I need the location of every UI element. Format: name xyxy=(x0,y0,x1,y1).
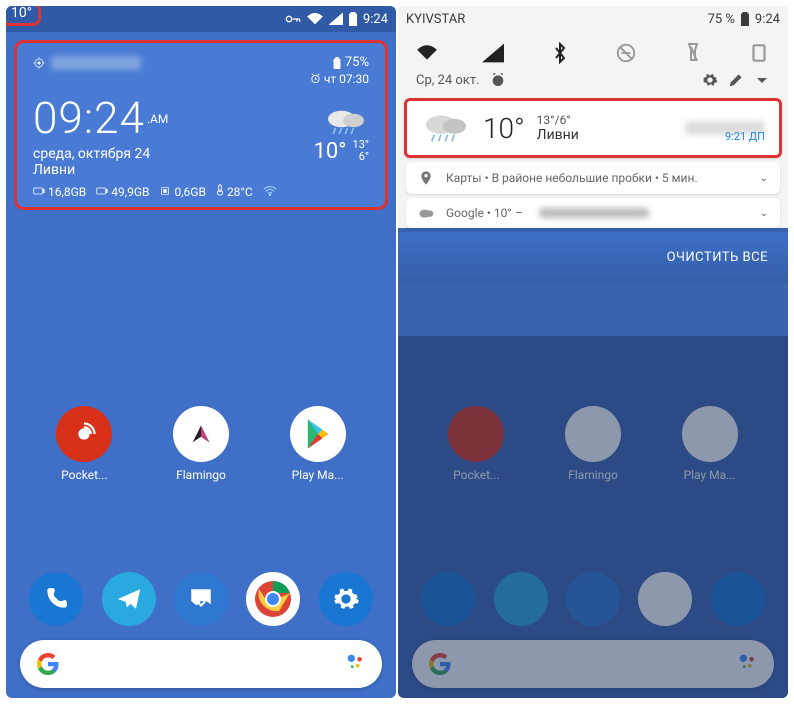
google-notif-blurred xyxy=(539,208,649,218)
app-label: Flamingo xyxy=(176,468,226,482)
widget-battery: 75% xyxy=(345,55,369,70)
key-icon xyxy=(285,14,301,24)
carrier-label: KYIVSTAR xyxy=(406,12,465,27)
battery-icon xyxy=(741,12,749,26)
status-clock: 9:24 xyxy=(755,12,780,27)
widget-storage: 49,9GB xyxy=(111,185,149,199)
widget-date: среда, октября 24 xyxy=(33,146,168,162)
home-apps-row: Pocket... Flamingo Play Ма... xyxy=(6,406,396,482)
notif-condition: Ливни xyxy=(537,127,579,143)
app-pocketcasts[interactable]: Pocket... xyxy=(44,406,124,482)
settings-gear-icon[interactable] xyxy=(702,72,718,88)
widget-condition: Ливни xyxy=(33,162,168,178)
widget-cputemp: 28°C xyxy=(227,185,253,199)
widget-cache: 0,6GB xyxy=(174,185,206,199)
phone-left-home: 10° 9:24 75% ч xyxy=(6,6,396,698)
phone-right-shade: KYIVSTAR 75 % 9:24 Ср, 24 окт. xyxy=(398,6,788,698)
widget-temp: 10° xyxy=(314,139,347,164)
notif-temp-range: 13°/6° xyxy=(537,113,579,127)
dock-telegram[interactable] xyxy=(102,572,156,626)
weather-notification[interactable]: 10° 13°/6° Ливни 9:21 ДП xyxy=(404,98,782,158)
rain-cloud-icon xyxy=(421,111,471,145)
wifi-icon xyxy=(307,13,323,25)
notif-temp: 10° xyxy=(483,112,525,145)
notif-time: 9:21 ДП xyxy=(725,130,765,143)
wifi-small-icon xyxy=(263,186,277,197)
dock-chrome[interactable] xyxy=(246,572,300,626)
battery-small-icon xyxy=(333,57,341,69)
google-search-bar[interactable] xyxy=(20,640,382,688)
dock-settings[interactable] xyxy=(319,572,373,626)
status-bar: 10° 9:24 xyxy=(6,6,396,32)
widget-clock: 09:24 xyxy=(33,92,145,144)
cloud-small-icon xyxy=(418,207,434,219)
rotation-toggle-icon[interactable] xyxy=(748,42,770,64)
widget-ram: 16,8GB xyxy=(48,185,86,199)
signal-icon xyxy=(329,13,343,25)
qs-date: Ср, 24 окт. xyxy=(416,73,480,88)
clear-all-button[interactable]: ОЧИСТИТЬ ВСЕ xyxy=(398,232,788,283)
chevron-down-icon: ⌄ xyxy=(760,173,768,184)
chevron-down-icon[interactable] xyxy=(754,72,770,88)
widget-alarm: чт 07:30 xyxy=(324,72,369,86)
cellular-toggle-icon[interactable] xyxy=(482,42,504,64)
flashlight-toggle-icon[interactable] xyxy=(682,42,704,64)
maps-pin-icon xyxy=(418,170,434,186)
widget-temp-lo: 6° xyxy=(353,151,369,163)
alarm-small-icon[interactable] xyxy=(490,72,506,88)
dock-phone[interactable] xyxy=(29,572,83,626)
app-playstore[interactable]: Play Ма... xyxy=(278,406,358,482)
weather-widget[interactable]: 75% чт 07:30 09:24.AM среда, октября 24 … xyxy=(14,40,388,210)
weather-temp-badge: 10° xyxy=(6,6,41,26)
google-notification[interactable]: Google • 10° – ⌄ xyxy=(406,198,780,228)
status-clock: 9:24 xyxy=(363,12,388,27)
dnd-toggle-icon[interactable] xyxy=(615,42,637,64)
alarm-icon xyxy=(310,73,321,84)
chevron-down-icon: ⌄ xyxy=(760,208,768,219)
maps-notif-text: Карты • В районе небольшие пробки • 5 ми… xyxy=(446,171,698,185)
status-bar: KYIVSTAR 75 % 9:24 xyxy=(398,6,788,32)
quick-settings-row xyxy=(398,32,788,68)
assistant-icon[interactable] xyxy=(344,651,366,678)
google-g-icon xyxy=(36,652,60,676)
maps-notification[interactable]: Карты • В районе небольшие пробки • 5 ми… xyxy=(406,162,780,194)
shade-dim-overlay xyxy=(398,336,788,698)
app-label: Pocket... xyxy=(61,468,107,482)
wifi-toggle-icon[interactable] xyxy=(416,42,438,64)
widget-location xyxy=(33,56,141,70)
rain-cloud-icon xyxy=(323,107,369,137)
app-label: Play Ма... xyxy=(292,468,344,482)
battery-icon xyxy=(349,12,357,26)
app-flamingo[interactable]: Flamingo xyxy=(161,406,241,482)
widget-stats: 16,8GB 49,9GB 0,6GB 28°C xyxy=(33,184,369,199)
google-notif-text: Google • 10° – xyxy=(446,206,523,220)
quick-settings-subrow: Ср, 24 окт. xyxy=(398,68,788,96)
edit-icon[interactable] xyxy=(728,72,744,88)
bluetooth-toggle-icon[interactable] xyxy=(549,42,571,64)
widget-ampm: .AM xyxy=(147,112,168,126)
battery-pct: 75 % xyxy=(708,12,735,27)
home-dock xyxy=(6,572,396,626)
dock-inbox[interactable] xyxy=(174,572,228,626)
